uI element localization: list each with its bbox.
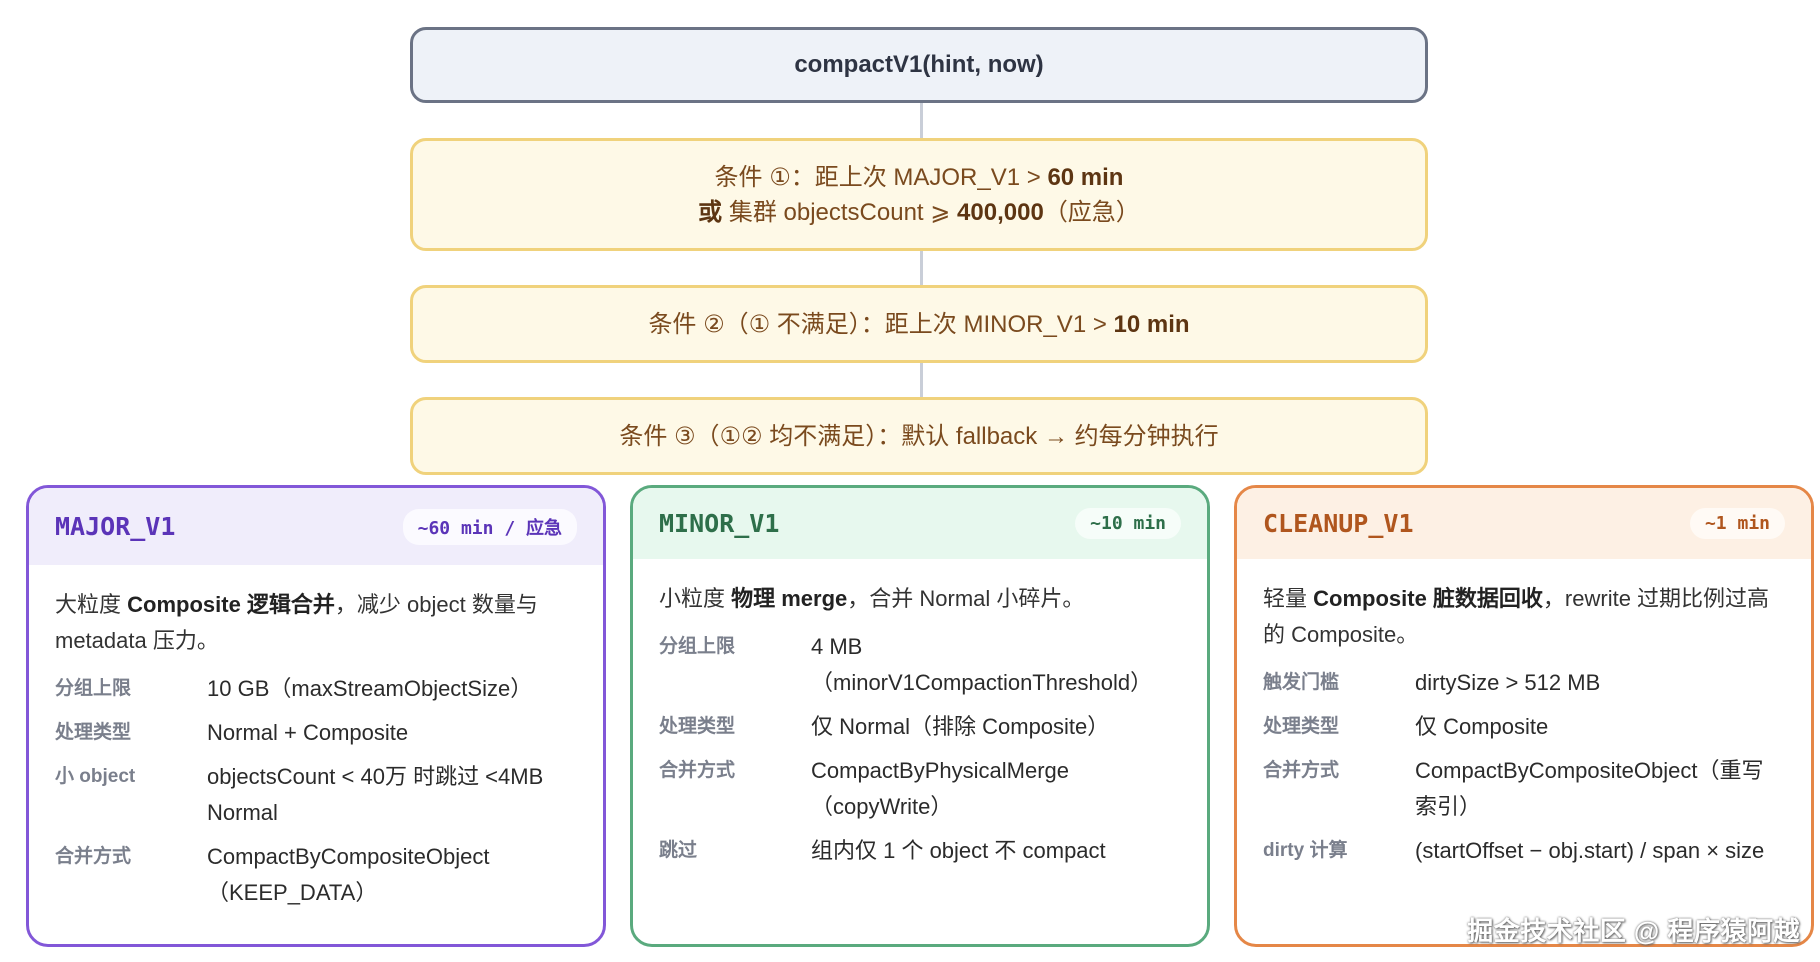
major-v1-description: 大粒度 Composite 逻辑合并，减少 object 数量与 metadat… [55, 592, 538, 653]
major-v1-card-header: MAJOR_V1 ~60 min / 应急 [29, 488, 603, 565]
minor-v1-row: 合并方式 CompactByPhysicalMerge（copyWrite） [659, 758, 1069, 819]
minor-v1-card: MINOR_V1 ~10 min 小粒度 物理 merge，合并 Normal … [630, 485, 1210, 947]
minor-v1-title: MINOR_V1 [659, 509, 780, 538]
minor-v1-row: 跳过 组内仅 1 个 object 不 compact [659, 838, 1106, 863]
cleanup-v1-card-header: CLEANUP_V1 ~1 min [1237, 488, 1811, 559]
condition-1-line-2: 或 集群 objectsCount ⩾ 400,000（应急） [698, 198, 1140, 226]
cleanup-v1-row: 处理类型 仅 Composite [1263, 714, 1549, 739]
minor-v1-badge: ~10 min [1075, 508, 1181, 539]
condition-3-node: 条件 ③（①② 均不满足）：默认 fallback → 约每分钟执行 [410, 397, 1428, 475]
major-v1-row: 处理类型 Normal + Composite [55, 720, 409, 745]
minor-v1-row: 处理类型 仅 Normal（排除 Composite） [659, 714, 1110, 739]
cleanup-v1-badge: ~1 min [1689, 508, 1785, 539]
watermark: 掘金技术社区 @ 程序猿阿越 [1467, 916, 1800, 946]
cleanup-v1-title: CLEANUP_V1 [1263, 509, 1414, 538]
major-v1-badge: ~60 min / 应急 [402, 508, 577, 545]
root-label: compactV1(hint, now) [794, 51, 1044, 78]
condition-1-line-1: 条件 ①：距上次 MAJOR_V1 > 60 min [714, 163, 1124, 191]
cleanup-v1-card: CLEANUP_V1 ~1 min 轻量 Composite 脏数据回收，rew… [1234, 485, 1814, 947]
condition-1-node: 条件 ①：距上次 MAJOR_V1 > 60 min 或 集群 objectsC… [410, 138, 1428, 251]
minor-v1-card-header: MINOR_V1 ~10 min [633, 488, 1207, 559]
cleanup-v1-row: 触发门槛 dirtySize > 512 MB [1263, 670, 1601, 695]
cleanup-v1-description: 轻量 Composite 脏数据回收，rewrite 过期比例过高的 Compo… [1263, 586, 1770, 647]
major-v1-title: MAJOR_V1 [55, 512, 176, 541]
connector-cond1-cond2 [920, 251, 923, 285]
connector-cond2-cond3 [920, 363, 923, 397]
condition-2-line: 条件 ②（① 不满足）：距上次 MINOR_V1 > 10 min [648, 310, 1190, 338]
major-v1-row: 合并方式 CompactByCompositeObject（KEEP_DATA） [55, 844, 490, 905]
major-v1-row: 分组上限 10 GB（maxStreamObjectSize） [55, 676, 533, 701]
cleanup-v1-row: 合并方式 CompactByCompositeObject（重写索引） [1263, 758, 1764, 819]
major-v1-card: MAJOR_V1 ~60 min / 应急 大粒度 Composite 逻辑合并… [26, 485, 606, 947]
condition-2-node: 条件 ②（① 不满足）：距上次 MINOR_V1 > 10 min [410, 285, 1428, 363]
minor-v1-description: 小粒度 物理 merge，合并 Normal 小碎片。 [659, 586, 1085, 611]
root-node: compactV1(hint, now) [410, 27, 1428, 103]
condition-3-line: 条件 ③（①② 均不满足）：默认 fallback → 约每分钟执行 [619, 422, 1219, 450]
major-v1-row: 小 object objectsCount < 40万 时跳过 <4MB Nor… [55, 764, 544, 825]
minor-v1-card-body: 小粒度 物理 merge，合并 Normal 小碎片。 分组上限 4 MB（mi… [633, 559, 1207, 869]
major-v1-card-body: 大粒度 Composite 逻辑合并，减少 object 数量与 metadat… [29, 565, 603, 911]
cleanup-v1-row: dirty 计算 (startOffset − obj.start) / spa… [1263, 838, 1765, 863]
connector-root-cond1 [920, 103, 923, 138]
cleanup-v1-card-body: 轻量 Composite 脏数据回收，rewrite 过期比例过高的 Compo… [1237, 559, 1811, 869]
minor-v1-row: 分组上限 4 MB（minorV1CompactionThreshold） [659, 634, 1153, 695]
